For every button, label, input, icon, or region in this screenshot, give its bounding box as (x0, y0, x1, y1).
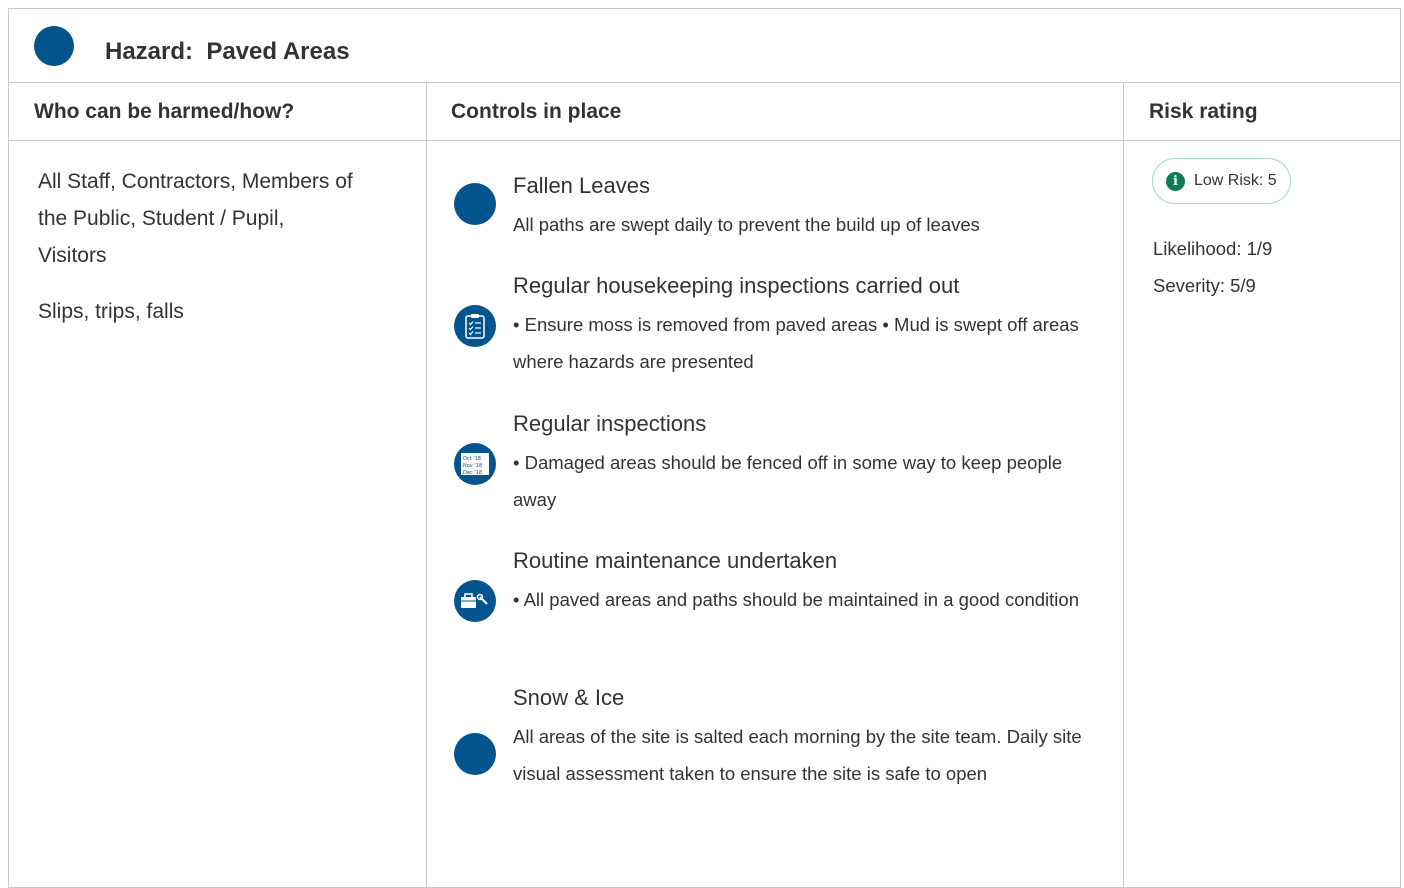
control-description: All paths are swept daily to prevent the… (513, 214, 980, 235)
risk-likelihood: Likelihood: 1/9 (1153, 238, 1273, 259)
control-description: • All paved areas and paths should be ma… (513, 589, 1079, 610)
clipboard-checklist-icon (454, 305, 496, 347)
risk-badge[interactable]: i Low Risk: 5 (1152, 158, 1291, 204)
control-description: All areas of the site is salted each mor… (513, 726, 1082, 784)
dot-icon (454, 183, 496, 225)
control-description: • Damaged areas should be fenced off in … (513, 452, 1063, 510)
calendar-icon: Oct '18 Nov '18 Dec '18 (454, 443, 496, 485)
column-header-row: Who can be harmed/how? Controls in place… (9, 82, 1400, 141)
risk-severity: Severity: 5/9 (1153, 275, 1256, 296)
column-header-controls: Controls in place (451, 100, 622, 123)
risk-badge-label: Low Risk: 5 (1194, 172, 1277, 189)
column-header-who: Who can be harmed/how? (34, 100, 295, 123)
calendar-icon-text: Oct '18 (463, 456, 481, 462)
control-title: Snow & Ice (513, 685, 625, 710)
hazard-title: Hazard: Paved Areas (105, 38, 350, 65)
control-title: Fallen Leaves (513, 173, 650, 198)
control-description: • Ensure moss is removed from paved area… (513, 314, 1079, 372)
toolbox-wrench-icon (454, 580, 496, 622)
control-title: Regular housekeeping inspections carried… (513, 273, 960, 298)
info-icon: i (1166, 171, 1185, 191)
dot-icon (454, 733, 496, 775)
control-title: Routine maintenance undertaken (513, 548, 838, 573)
control-title: Regular inspections (513, 411, 707, 436)
hazard-header: Hazard: Paved Areas (9, 9, 1400, 83)
calendar-icon-text: Nov '18 (463, 463, 482, 469)
column-divider (1123, 82, 1124, 887)
who-harmed-people: All Staff, Contractors, Members of the P… (38, 170, 353, 267)
who-harmed-how: Slips, trips, falls (38, 300, 184, 323)
calendar-icon-text: Dec '18 (463, 470, 482, 476)
hazard-status-icon (34, 26, 74, 66)
column-divider (426, 82, 427, 887)
column-header-risk: Risk rating (1149, 100, 1258, 123)
